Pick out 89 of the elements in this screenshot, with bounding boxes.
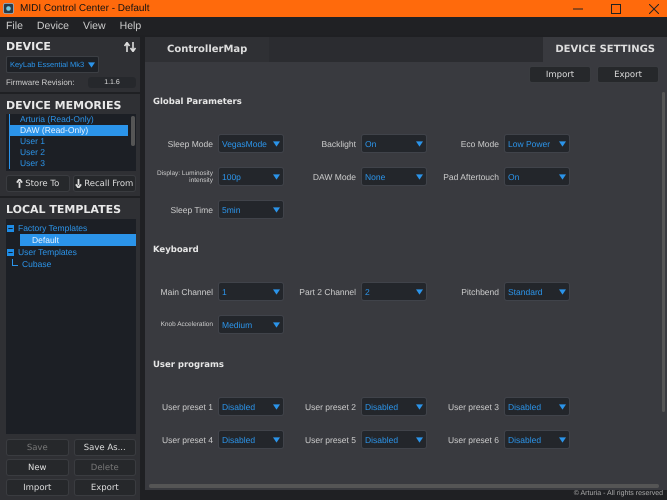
caret-icon: [416, 140, 423, 146]
menu-item[interactable]: Help: [114, 20, 150, 32]
recall-button[interactable]: Recall From: [72, 175, 136, 192]
caret-icon: [416, 288, 423, 294]
parameter-label: Main Channel: [160, 286, 213, 296]
tab[interactable]: ControllerMap: [145, 37, 270, 62]
template-button[interactable]: Save As...: [74, 439, 136, 456]
memory-item[interactable]: User 1: [9, 136, 128, 147]
tree-item[interactable]: Default: [20, 234, 136, 246]
parameter-dropdown[interactable]: Disabled: [361, 430, 427, 449]
parameter-dropdown[interactable]: On: [361, 134, 427, 153]
caret-icon: [273, 206, 280, 212]
section-heading: LOCAL TEMPLATES: [6, 203, 122, 216]
caret-icon: [273, 288, 280, 294]
parameter-dropdown[interactable]: None: [361, 167, 427, 186]
caret-icon: [273, 140, 280, 146]
parameter-label: Sleep Time: [169, 204, 213, 214]
parameter-dropdown[interactable]: Disabled: [504, 397, 570, 416]
store-button[interactable]: Store To: [6, 175, 70, 192]
caret-icon: [559, 436, 566, 442]
up-arrow-icon: [16, 179, 24, 188]
parameter-label: Pad Aftertouch: [442, 172, 499, 182]
section-title: Global Parameters: [153, 97, 243, 107]
tree-item[interactable]: Cubase: [6, 258, 136, 270]
parameter-label: User preset 3: [446, 402, 499, 412]
window-title: MIDI Control Center - Default: [20, 3, 150, 14]
parameter-label: Eco Mode: [460, 138, 499, 148]
parameter-dropdown[interactable]: 100p: [218, 167, 284, 186]
parameter-dropdown[interactable]: 1: [218, 282, 284, 301]
parameter-dropdown[interactable]: Disabled: [504, 430, 570, 449]
menu-item[interactable]: File: [0, 20, 31, 32]
parameter-dropdown[interactable]: Standard: [504, 282, 570, 301]
parameter-dropdown[interactable]: On: [504, 167, 570, 186]
caret-icon: [273, 436, 280, 442]
parameter-label: Pitchbend: [460, 286, 499, 296]
memory-item[interactable]: User 3: [9, 158, 128, 169]
section-title: Keyboard: [153, 245, 200, 255]
template-button[interactable]: Export: [74, 479, 136, 496]
section-heading: DEVICE MEMORIES: [6, 99, 122, 112]
parameter-label: Part 2 Channel: [298, 286, 356, 296]
parameter-label: User preset 1: [160, 402, 213, 412]
firmware-label: Firmware Revision:: [6, 78, 74, 87]
action-button[interactable]: Export: [597, 66, 659, 83]
caret-icon: [88, 62, 95, 68]
caret-icon: [416, 174, 423, 180]
template-button[interactable]: Import: [6, 479, 68, 496]
parameter-dropdown[interactable]: Low Power: [504, 134, 570, 153]
menu-item[interactable]: View: [77, 20, 114, 32]
section-title: User programs: [153, 360, 225, 370]
caret-icon: [559, 288, 566, 294]
collapse-icon[interactable]: [7, 224, 14, 232]
parameter-dropdown[interactable]: Disabled: [218, 430, 284, 449]
tree-item[interactable]: User Templates: [6, 246, 136, 258]
maximize-icon[interactable]: [611, 4, 621, 14]
menu-item[interactable]: Device: [30, 20, 78, 32]
action-button[interactable]: Import: [529, 66, 591, 83]
caret-icon: [559, 174, 566, 180]
parameter-label: User preset 6: [446, 434, 499, 444]
memory-item[interactable]: DAW (Read-Only): [9, 125, 128, 136]
caret-icon: [273, 322, 280, 328]
caret-icon: [559, 140, 566, 146]
parameter-dropdown[interactable]: 5min: [218, 200, 284, 219]
caret-icon: [559, 404, 566, 410]
parameter-label: User preset 5: [304, 434, 356, 444]
parameter-dropdown[interactable]: 2: [361, 282, 427, 301]
app-icon: [3, 3, 14, 14]
caret-icon: [416, 436, 423, 442]
caret-icon: [273, 174, 280, 180]
collapse-icon[interactable]: [7, 248, 14, 256]
close-icon[interactable]: [649, 4, 659, 14]
scrollbar[interactable]: [131, 116, 135, 146]
down-arrow-icon: [75, 179, 82, 188]
parameter-dropdown[interactable]: VegasMode: [218, 134, 284, 153]
parameter-label: User preset 2: [304, 402, 356, 412]
swap-arrows-icon[interactable]: [124, 42, 136, 52]
memory-item[interactable]: User 2: [9, 147, 128, 158]
section-heading: DEVICE: [6, 40, 51, 53]
parameter-label: Backlight: [320, 138, 356, 148]
tree-item[interactable]: Factory Templates: [6, 222, 136, 234]
parameter-dropdown[interactable]: Disabled: [218, 397, 284, 416]
caret-icon: [273, 404, 280, 410]
parameter-dropdown[interactable]: Disabled: [361, 397, 427, 416]
parameter-label: DAW Mode: [312, 172, 356, 182]
tab[interactable]: DEVICE SETTINGS: [543, 37, 667, 62]
parameter-label: User preset 4: [160, 434, 213, 444]
template-button[interactable]: New: [6, 459, 68, 476]
parameter-label: Sleep Mode: [166, 138, 213, 148]
caret-icon: [416, 404, 423, 410]
parameter-dropdown[interactable]: Medium: [218, 315, 284, 334]
